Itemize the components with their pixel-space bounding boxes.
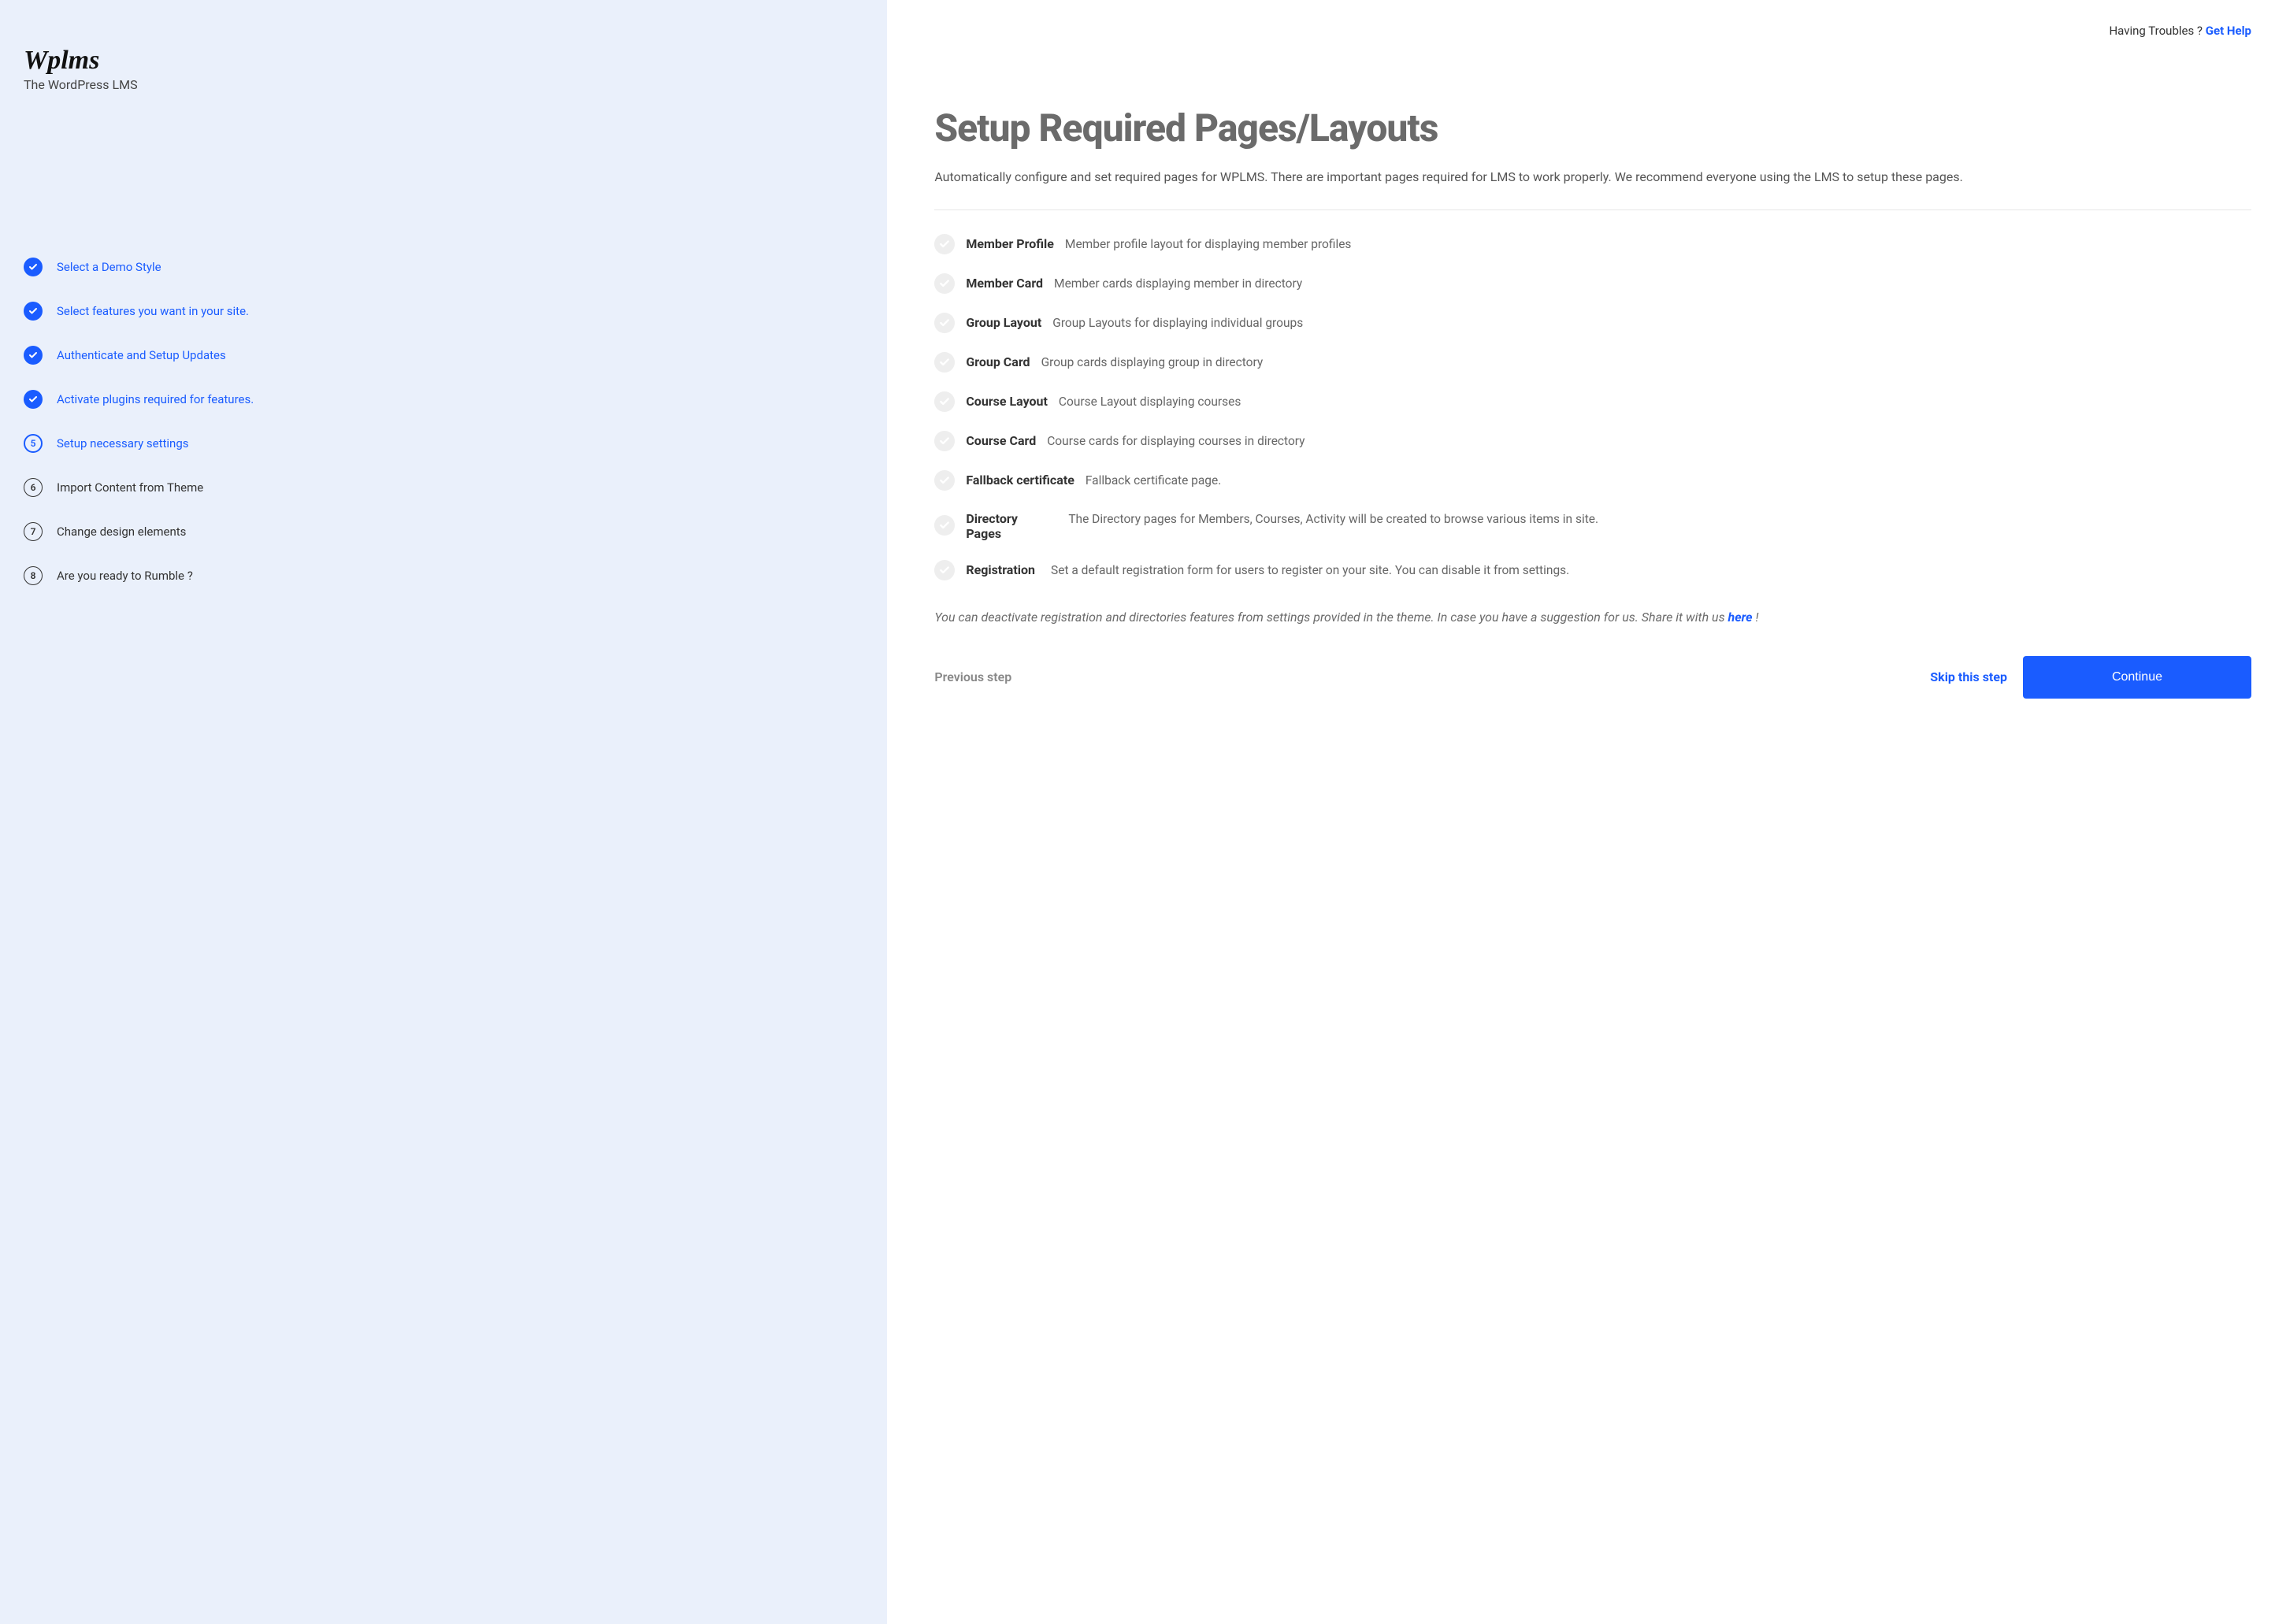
footer-note: You can deactivate registration and dire… [934, 607, 2251, 628]
previous-step-link[interactable]: Previous step [934, 669, 1011, 684]
tagline: The WordPress LMS [24, 77, 863, 92]
required-page-row: Course Card Course cards for displaying c… [934, 421, 2251, 461]
row-text: Fallback certificate Fallback certificate… [966, 471, 2251, 490]
note-text-after: ! [1753, 610, 1759, 625]
sidebar: Wplms The WordPress LMS Select a Demo St… [0, 0, 887, 1624]
logo-text: Wplms [24, 47, 863, 74]
check-icon [934, 234, 955, 254]
row-text: Member Profile Member profile layout for … [966, 235, 2251, 254]
page-name: Registration [966, 562, 1035, 577]
step-label: Authenticate and Setup Updates [57, 348, 226, 362]
check-icon [934, 352, 955, 373]
step-label: Activate plugins required for features. [57, 392, 254, 406]
check-icon [934, 560, 955, 580]
row-text: Registration Set a default registration f… [966, 561, 2251, 580]
check-icon [934, 391, 955, 412]
check-icon [24, 258, 43, 276]
note-here-link[interactable]: here [1728, 610, 1753, 625]
row-text: Member Card Member cards displaying membe… [966, 274, 2251, 293]
check-icon [24, 302, 43, 321]
page-name: Course Layout [966, 394, 1048, 409]
page-description: Set a default registration form for user… [1051, 561, 2251, 580]
skip-step-link[interactable]: Skip this step [1930, 669, 2007, 684]
step-number-badge: 7 [24, 522, 43, 541]
wizard-step-7[interactable]: 7 Change design elements [24, 522, 863, 541]
footer-actions: Previous step Skip this step Continue [934, 656, 2251, 699]
required-page-row: Group Layout Group Layouts for displaying… [934, 303, 2251, 343]
page-title: Setup Required Pages/Layouts [934, 109, 2251, 148]
row-text: Course Layout Course Layout displaying co… [966, 392, 2251, 411]
note-text-before: You can deactivate registration and dire… [934, 610, 1728, 625]
row-text: Group Card Group cards displaying group i… [966, 353, 2251, 372]
trouble-text: Having Troubles ? [2109, 24, 2205, 38]
row-text: Course Card Course cards for displaying c… [966, 432, 2251, 450]
step-label: Import Content from Theme [57, 480, 203, 495]
check-icon [24, 390, 43, 409]
required-page-row: Group Card Group cards displaying group i… [934, 343, 2251, 382]
row-text: Directory Pages The Directory pages for M… [966, 510, 2251, 541]
step-number-badge: 8 [24, 566, 43, 585]
page-name: Course Card [966, 433, 1036, 448]
required-page-row: Fallback certificate Fallback certificate… [934, 461, 2251, 500]
required-page-row: Member Profile Member profile layout for … [934, 224, 2251, 264]
main-content: Having Troubles ? Get Help Setup Require… [887, 0, 2275, 1624]
row-text: Group Layout Group Layouts for displaying… [966, 313, 2251, 332]
wizard-step-3[interactable]: Authenticate and Setup Updates [24, 346, 863, 365]
check-icon [934, 431, 955, 451]
page-name: Fallback certificate [966, 473, 1074, 488]
check-icon [934, 515, 955, 536]
step-number-badge: 6 [24, 478, 43, 497]
page-name: Member Profile [966, 236, 1054, 251]
page-name: Directory Pages [966, 511, 1052, 541]
page-description: Automatically configure and set required… [934, 167, 2251, 187]
wizard-step-6[interactable]: 6 Import Content from Theme [24, 478, 863, 497]
check-icon [934, 313, 955, 333]
step-label: Setup necessary settings [57, 436, 189, 450]
page-name: Member Card [966, 276, 1043, 291]
page-description: Member cards displaying member in direct… [1054, 274, 1302, 293]
wizard-steps: Select a Demo Style Select features you w… [24, 258, 863, 585]
wizard-step-5[interactable]: 5 Setup necessary settings [24, 434, 863, 453]
page-name: Group Layout [966, 315, 1041, 330]
page-description: Course Layout displaying courses [1059, 392, 1241, 411]
required-page-row: Registration Set a default registration f… [934, 551, 2251, 590]
step-number-badge: 5 [24, 434, 43, 453]
page-description: The Directory pages for Members, Courses… [1068, 510, 2251, 528]
page-description: Course cards for displaying courses in d… [1047, 432, 1305, 450]
required-page-row: Course Layout Course Layout displaying co… [934, 382, 2251, 421]
step-label: Are you ready to Rumble ? [57, 569, 193, 583]
brand-block: Wplms The WordPress LMS [24, 47, 863, 92]
check-icon [934, 470, 955, 491]
divider [934, 209, 2251, 210]
top-bar: Having Troubles ? Get Help [934, 24, 2251, 38]
wizard-step-1[interactable]: Select a Demo Style [24, 258, 863, 276]
required-pages-list: Member Profile Member profile layout for … [934, 224, 2251, 590]
required-page-row: Directory Pages The Directory pages for M… [934, 500, 2251, 551]
wizard-step-2[interactable]: Select features you want in your site. [24, 302, 863, 321]
check-icon [24, 346, 43, 365]
page-description: Group cards displaying group in director… [1041, 353, 1264, 372]
step-label: Change design elements [57, 525, 186, 539]
page-description: Member profile layout for displaying mem… [1065, 235, 1352, 254]
get-help-link[interactable]: Get Help [2206, 24, 2251, 38]
wizard-step-8[interactable]: 8 Are you ready to Rumble ? [24, 566, 863, 585]
page-description: Fallback certificate page. [1086, 471, 1221, 490]
wizard-step-4[interactable]: Activate plugins required for features. [24, 390, 863, 409]
page-description: Group Layouts for displaying individual … [1052, 313, 1303, 332]
step-label: Select a Demo Style [57, 260, 161, 274]
continue-button[interactable]: Continue [2023, 656, 2251, 699]
step-label: Select features you want in your site. [57, 304, 249, 318]
check-icon [934, 273, 955, 294]
required-page-row: Member Card Member cards displaying membe… [934, 264, 2251, 303]
page-name: Group Card [966, 354, 1030, 369]
